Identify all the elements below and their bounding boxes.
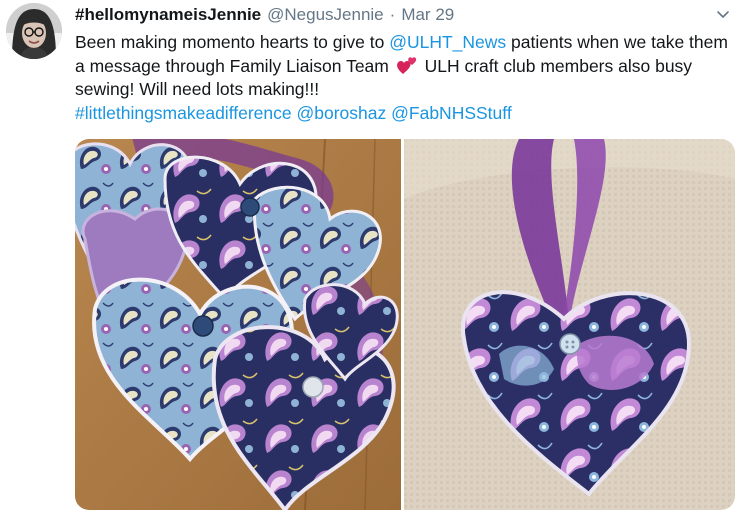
display-name[interactable]: #hellomynameisJennie <box>75 5 261 25</box>
avatar-image <box>6 3 62 59</box>
two-hearts-emoji-icon <box>396 56 416 74</box>
header-separator: · <box>389 5 396 24</box>
tweet-media <box>75 139 735 510</box>
photo-hearts-pile[interactable] <box>75 139 401 510</box>
photo-single-heart[interactable] <box>404 139 735 510</box>
tweet-date[interactable]: Mar 29 <box>401 5 454 25</box>
mention-boroshaz[interactable]: @boroshaz <box>297 103 387 123</box>
tweet-header: #hellomynameisJennie @NegusJennie · Mar … <box>75 4 454 26</box>
user-handle[interactable]: @NegusJennie <box>267 5 384 25</box>
tweet-text: Been making momento hearts to give to @U… <box>75 31 740 125</box>
chevron-down-icon[interactable] <box>716 8 730 22</box>
hashtag-littlethingsmakeadifference[interactable]: #littlethingsmakeadifference <box>75 103 292 123</box>
mention-ulht-news[interactable]: @ULHT_News <box>389 32 506 52</box>
mention-fabnhsstuff[interactable]: @FabNHSStuff <box>391 103 512 123</box>
avatar[interactable] <box>6 3 62 59</box>
tweet-text-part: Been making momento hearts to give to <box>75 32 390 52</box>
